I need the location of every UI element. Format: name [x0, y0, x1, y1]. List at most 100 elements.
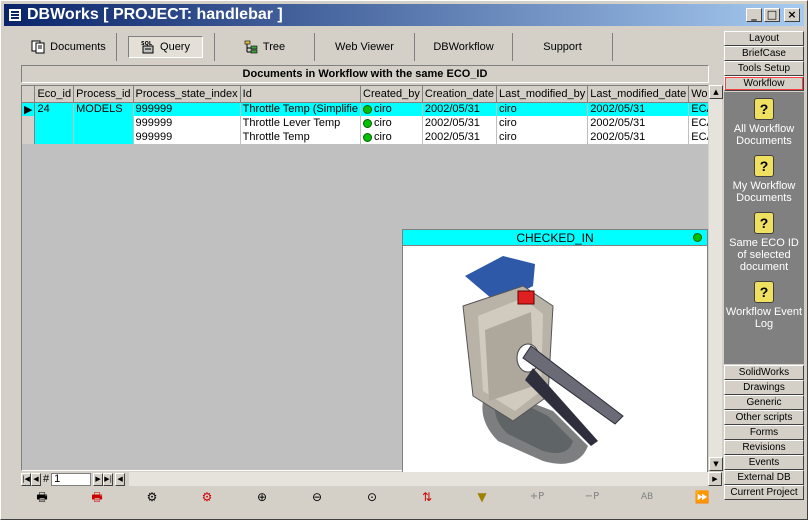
close-button[interactable]: × — [784, 8, 800, 22]
cell-last-modified-date[interactable]: 2002/05/31 — [587, 116, 690, 130]
translate-icon[interactable]: AB — [636, 489, 658, 505]
panel-button-current-project[interactable]: Current Project — [724, 485, 804, 500]
filter-icon[interactable]: ▼ — [471, 489, 493, 505]
next-record-icon[interactable]: ▶ — [93, 472, 104, 486]
tab-documents[interactable]: Documents — [21, 33, 117, 61]
zoom-in-icon[interactable]: ⊕ — [251, 489, 273, 505]
column-header-last-modified-by[interactable]: Last_modified_by — [496, 86, 589, 103]
column-header-process-state-index[interactable]: Process_state_index — [133, 86, 241, 103]
cell-process-id[interactable]: MODELS — [73, 102, 134, 116]
workflow-panel: ? All Workflow Documents ? My Workflow D… — [724, 92, 804, 364]
cell-created-by[interactable]: ciro — [360, 102, 423, 116]
minimize-button[interactable]: _ — [746, 8, 762, 22]
column-header-id[interactable]: Id — [240, 86, 362, 103]
record-navigator: |◀ ◀ # 1 ▶ ▶| ◀ — [21, 472, 129, 486]
cell-last-modified-by[interactable]: ciro — [496, 102, 589, 116]
tab-dbworkflow[interactable]: DBWorkflow — [415, 33, 513, 61]
maximize-button[interactable]: □ — [764, 8, 780, 22]
workflow-item-my-documents[interactable]: ? My Workflow Documents — [725, 155, 803, 204]
main-tab-bar: Documents SQL Query Tree Web Viewer DBWo… — [21, 33, 721, 61]
sort-icon[interactable]: ⇅ — [416, 489, 438, 505]
column-header-creation-date[interactable]: Creation_date — [422, 86, 497, 103]
zoom-out-icon[interactable]: ⊖ — [306, 489, 328, 505]
forward-icon[interactable]: ⏩ — [691, 489, 713, 505]
cell-state-index[interactable]: 999999 — [133, 116, 241, 130]
grid-horizontal-scrollbar[interactable]: ▶ — [129, 472, 722, 486]
print-icon[interactable]: 🖶 — [31, 489, 53, 505]
cell-created-by[interactable]: ciro — [360, 116, 423, 130]
record-number-field[interactable]: 1 — [51, 472, 92, 486]
panel-button-forms[interactable]: Forms — [724, 425, 804, 440]
tab-web-viewer[interactable]: Web Viewer — [315, 33, 415, 61]
cell-creation-date[interactable]: 2002/05/31 — [422, 116, 497, 130]
gear-icon[interactable]: ⚙ — [141, 489, 163, 505]
workflow-item-all-documents[interactable]: ? All Workflow Documents — [725, 98, 803, 147]
workflow-item-event-log[interactable]: ? Workflow Event Log — [725, 281, 803, 330]
panel-button-workflow[interactable]: Workflow — [724, 76, 804, 91]
first-record-icon[interactable]: |◀ — [21, 472, 31, 486]
cell-id[interactable]: Throttle Temp — [240, 130, 362, 144]
panel-button-generic[interactable]: Generic — [724, 395, 804, 410]
panel-button-layout[interactable]: Layout — [724, 31, 804, 46]
table-row[interactable]: 999999 Throttle Lever Temp ciro 2002/05/… — [22, 116, 720, 130]
panel-button-revisions[interactable]: Revisions — [724, 440, 804, 455]
cell-id[interactable]: Throttle Temp (Simplifie — [240, 102, 362, 116]
cad-model-thumbnail — [403, 246, 707, 472]
preview-status-bar: CHECKED_IN — [403, 230, 707, 246]
tab-dbworkflow-label: DBWorkflow — [433, 41, 494, 53]
app-icon — [8, 8, 22, 22]
scroll-right-icon[interactable]: ▶ — [708, 472, 722, 486]
scroll-left-icon[interactable]: ◀ — [115, 472, 126, 486]
column-header-last-modified-date[interactable]: Last_modified_date — [587, 86, 690, 103]
prev-record-icon[interactable]: ◀ — [31, 472, 41, 486]
cell-creation-date[interactable]: 2002/05/31 — [422, 102, 497, 116]
tab-tree-label: Tree — [262, 41, 286, 53]
cell-last-modified-date[interactable]: 2002/05/31 — [587, 130, 690, 144]
panel-button-drawings[interactable]: Drawings — [724, 380, 804, 395]
cell-eco-id[interactable] — [34, 116, 75, 130]
cell-created-by[interactable]: ciro — [360, 130, 423, 144]
panel-button-briefcase[interactable]: BriefCase — [724, 46, 804, 61]
tab-tree[interactable]: Tree — [215, 33, 315, 61]
last-record-icon[interactable]: ▶| — [103, 472, 114, 486]
gear-all-icon[interactable]: ⚙ — [196, 489, 218, 505]
workflow-item-same-eco-id[interactable]: ? Same ECO ID of selected document — [725, 212, 803, 273]
cell-process-id[interactable] — [73, 130, 134, 144]
cell-state-index[interactable]: 999999 — [133, 130, 241, 144]
panel-button-solidworks[interactable]: SolidWorks — [724, 365, 804, 380]
column-header-eco-id[interactable]: Eco_id — [34, 86, 75, 103]
panel-button-external-db[interactable]: External DB — [724, 470, 804, 485]
workflow-item-label: Same ECO ID of selected document — [729, 237, 799, 273]
tab-support[interactable]: Support — [513, 33, 613, 61]
print-all-icon[interactable]: 🖶 — [86, 489, 108, 505]
table-row[interactable]: 999999 Throttle Temp ciro 2002/05/31 cir… — [22, 130, 720, 144]
cell-process-id[interactable] — [73, 116, 134, 130]
cell-state-index[interactable]: 999999 — [133, 102, 241, 116]
cell-last-modified-by[interactable]: ciro — [496, 116, 589, 130]
tab-support-label: Support — [543, 41, 582, 53]
zoom-fit-icon[interactable]: ⊙ — [361, 489, 383, 505]
column-header-process-id[interactable]: Process_id — [73, 86, 134, 103]
column-header-created-by[interactable]: Created_by — [360, 86, 423, 103]
tab-query-label: Query — [160, 41, 190, 53]
cell-eco-id[interactable]: 24 — [34, 102, 75, 116]
scroll-up-icon[interactable]: ▲ — [709, 85, 723, 99]
cell-creation-date[interactable]: 2002/05/31 — [422, 130, 497, 144]
add-p-icon[interactable]: +P — [526, 489, 548, 505]
title-bar[interactable]: DBWorks [ PROJECT: handlebar ] _ □ × — [4, 4, 804, 26]
cell-last-modified-date[interactable]: 2002/05/31 — [587, 102, 690, 116]
panel-button-events[interactable]: Events — [724, 455, 804, 470]
remove-p-icon[interactable]: −P — [581, 489, 603, 505]
cell-last-modified-by[interactable]: ciro — [496, 130, 589, 144]
workflow-query-icon: ? — [754, 155, 774, 177]
scroll-down-icon[interactable]: ▼ — [709, 457, 723, 471]
panel-button-tools-setup[interactable]: Tools Setup — [724, 61, 804, 76]
cell-id[interactable]: Throttle Lever Temp — [240, 116, 362, 130]
tab-query[interactable]: SQL Query — [117, 33, 215, 61]
status-dot-icon — [363, 132, 372, 142]
cell-eco-id[interactable] — [34, 130, 75, 144]
panel-button-other-scripts[interactable]: Other scripts — [724, 410, 804, 425]
grid-vertical-scrollbar[interactable]: ▲ ▼ — [708, 85, 723, 471]
document-preview-panel: CHECKED_IN — [402, 229, 708, 473]
table-row[interactable]: ▶ 24 MODELS 999999 Throttle Temp (Simpli… — [22, 102, 720, 116]
